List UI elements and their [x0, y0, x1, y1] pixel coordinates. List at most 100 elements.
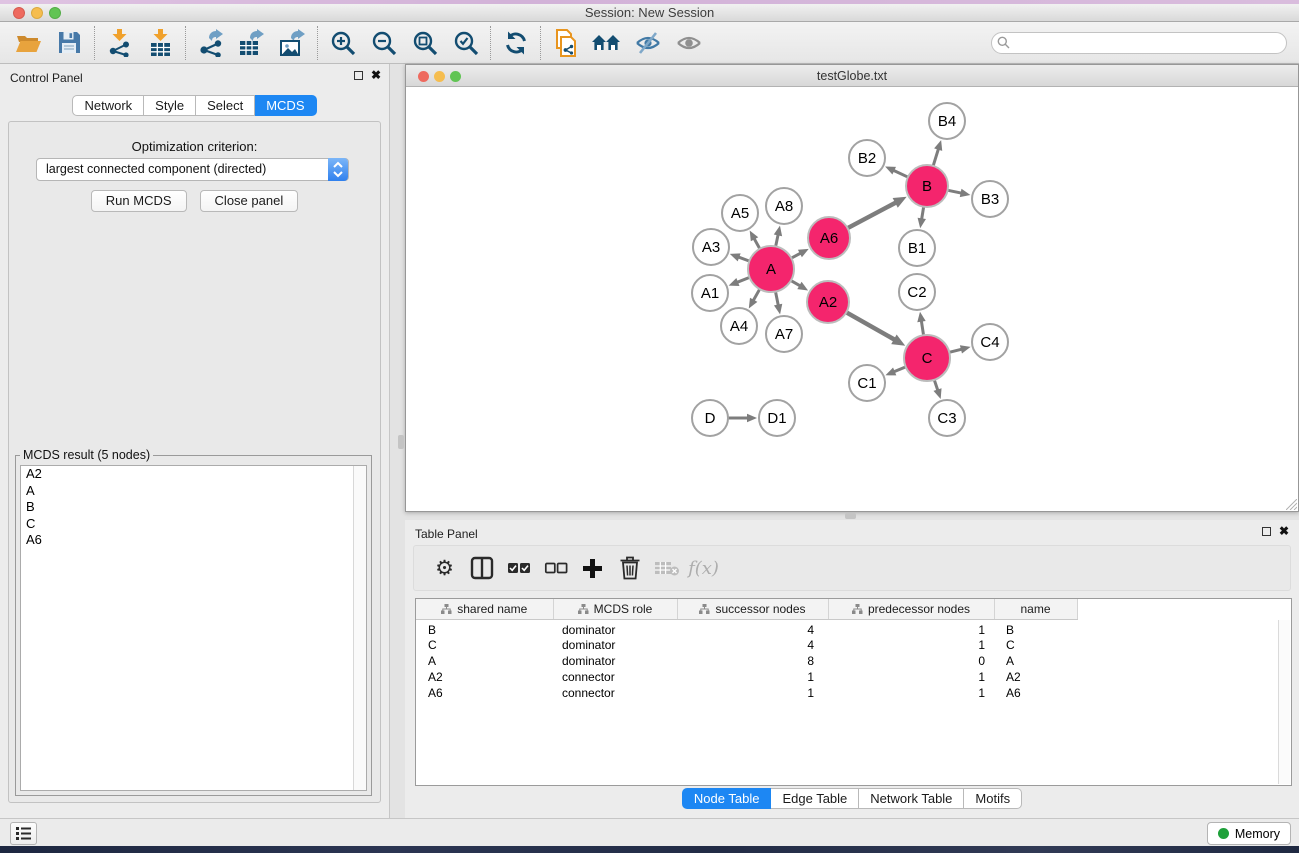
graph-node-B4[interactable]: B4: [929, 103, 965, 139]
graph-node-C4[interactable]: C4: [972, 324, 1008, 360]
graph-node-B3[interactable]: B3: [972, 181, 1008, 217]
zoom-selected-button[interactable]: [445, 25, 486, 61]
graph-node-A4[interactable]: A4: [721, 308, 757, 344]
zoom-window-button[interactable]: [49, 7, 61, 19]
tab-node-table[interactable]: Node Table: [682, 788, 772, 809]
search-input[interactable]: [991, 32, 1287, 54]
graph-node-C[interactable]: C: [904, 335, 950, 381]
column-visibility-button[interactable]: [463, 550, 500, 586]
select-all-button[interactable]: [500, 550, 537, 586]
graph-node-A7[interactable]: A7: [766, 316, 802, 352]
tab-mcds[interactable]: MCDS: [255, 95, 316, 116]
table-settings-button[interactable]: ⚙: [426, 550, 463, 586]
network-view-window[interactable]: testGlobe.txt A A1 A2 A3 A4 A5 A6 A7 A8 B B1 B2 B3 B4…: [405, 64, 1299, 512]
app-titlebar[interactable]: Session: New Session: [0, 4, 1299, 22]
import-network-button[interactable]: [99, 25, 140, 61]
close-window-button[interactable]: [13, 7, 25, 19]
column-header-shared-name[interactable]: shared name: [416, 599, 553, 619]
table-scrollbar[interactable]: [1278, 620, 1290, 784]
graph-node-B1[interactable]: B1: [899, 230, 935, 266]
graph-node-A6[interactable]: A6: [808, 217, 850, 259]
table-row[interactable]: A2connector11A2: [416, 669, 1291, 685]
column-header-mcds-role[interactable]: MCDS role: [553, 599, 677, 619]
resize-grip-icon[interactable]: [1286, 499, 1297, 510]
export-network-button[interactable]: [190, 25, 231, 61]
graph-node-A5[interactable]: A5: [722, 195, 758, 231]
graph-node-D1[interactable]: D1: [759, 400, 795, 436]
delete-table-button[interactable]: [648, 550, 685, 586]
zoom-fit-button[interactable]: [404, 25, 445, 61]
memory-button[interactable]: Memory: [1207, 822, 1291, 845]
network-vscrollbar-thumb[interactable]: [398, 435, 404, 449]
graph-node-B[interactable]: B: [906, 165, 948, 207]
result-list-item[interactable]: A: [21, 483, 366, 500]
add-column-button[interactable]: [574, 550, 611, 586]
clone-network-button[interactable]: [545, 25, 586, 61]
graph-node-A3[interactable]: A3: [693, 229, 729, 265]
deselect-all-button[interactable]: [537, 550, 574, 586]
open-session-button[interactable]: [8, 25, 49, 61]
graph-node-A[interactable]: A: [748, 246, 794, 292]
column-header-successor-nodes[interactable]: successor nodes: [677, 599, 828, 619]
minimize-window-button[interactable]: [434, 71, 445, 82]
zoom-out-button[interactable]: [363, 25, 404, 61]
run-mcds-button[interactable]: Run MCDS: [91, 190, 187, 212]
edge-A6-B[interactable]: [848, 201, 898, 227]
network-canvas[interactable]: A A1 A2 A3 A4 A5 A6 A7 A8 B B1 B2 B3 B4 C C1 C2 C3 C4 D D1: [406, 88, 1298, 511]
table-row[interactable]: Adominator80A: [416, 653, 1291, 669]
graph-node-A1[interactable]: A1: [692, 275, 728, 311]
mcds-result-list[interactable]: A2ABCA6: [20, 465, 367, 791]
hide-selected-button[interactable]: [627, 25, 668, 61]
close-panel-icon[interactable]: ✖: [1279, 526, 1289, 537]
graph-node-B2[interactable]: B2: [849, 140, 885, 176]
table-row[interactable]: A6connector11A6: [416, 685, 1291, 701]
graph-node-A2[interactable]: A2: [807, 281, 849, 323]
save-session-button[interactable]: [49, 25, 90, 61]
delete-column-button[interactable]: [611, 550, 648, 586]
criterion-select[interactable]: largest connected component (directed): [36, 158, 349, 181]
zoom-window-button[interactable]: [450, 71, 461, 82]
tab-network[interactable]: Network: [72, 95, 144, 116]
edge-B-B4[interactable]: [933, 147, 938, 165]
network-hscrollbar-thumb[interactable]: [845, 513, 856, 519]
column-header-predecessor-nodes[interactable]: predecessor nodes: [828, 599, 994, 619]
table-row[interactable]: Cdominator41C: [416, 637, 1291, 653]
export-table-button[interactable]: [231, 25, 272, 61]
graph-node-C1[interactable]: C1: [849, 365, 885, 401]
table-row[interactable]: Bdominator41B: [416, 619, 1291, 637]
float-panel-icon[interactable]: [1262, 527, 1271, 536]
graph-node-C3[interactable]: C3: [929, 400, 965, 436]
tab-style[interactable]: Style: [144, 95, 196, 116]
result-list-scrollbar[interactable]: [353, 466, 366, 790]
network-window-titlebar[interactable]: testGlobe.txt: [406, 65, 1298, 87]
minimize-window-button[interactable]: [31, 7, 43, 19]
zoom-in-button[interactable]: [322, 25, 363, 61]
close-panel-icon[interactable]: ✖: [371, 70, 381, 81]
result-list-item[interactable]: B: [21, 499, 366, 516]
refresh-layout-button[interactable]: [495, 25, 536, 61]
result-list-item[interactable]: A2: [21, 466, 366, 483]
node-table[interactable]: shared nameMCDS rolesuccessor nodesprede…: [415, 598, 1292, 786]
edge-B-B2[interactable]: [892, 170, 907, 177]
result-list-item[interactable]: A6: [21, 532, 366, 549]
result-list-item[interactable]: C: [21, 516, 366, 533]
function-builder-button[interactable]: f(x): [685, 550, 722, 586]
tab-select[interactable]: Select: [196, 95, 255, 116]
tab-network-table[interactable]: Network Table: [859, 788, 964, 809]
graph-node-C2[interactable]: C2: [899, 274, 935, 310]
export-image-button[interactable]: [272, 25, 313, 61]
float-panel-icon[interactable]: [354, 71, 363, 80]
graph-node-A8[interactable]: A8: [766, 188, 802, 224]
first-neighbors-button[interactable]: [586, 25, 627, 61]
edge-arrowhead: [960, 345, 971, 353]
tab-motifs[interactable]: Motifs: [964, 788, 1022, 809]
import-table-button[interactable]: [140, 25, 181, 61]
task-history-button[interactable]: [10, 822, 37, 845]
show-all-button[interactable]: [668, 25, 709, 61]
close-window-button[interactable]: [418, 71, 429, 82]
column-header-name[interactable]: name: [994, 599, 1077, 619]
tab-edge-table[interactable]: Edge Table: [771, 788, 859, 809]
graph-node-D[interactable]: D: [692, 400, 728, 436]
close-panel-button[interactable]: Close panel: [200, 190, 299, 212]
edge-A2-C[interactable]: [847, 313, 897, 341]
